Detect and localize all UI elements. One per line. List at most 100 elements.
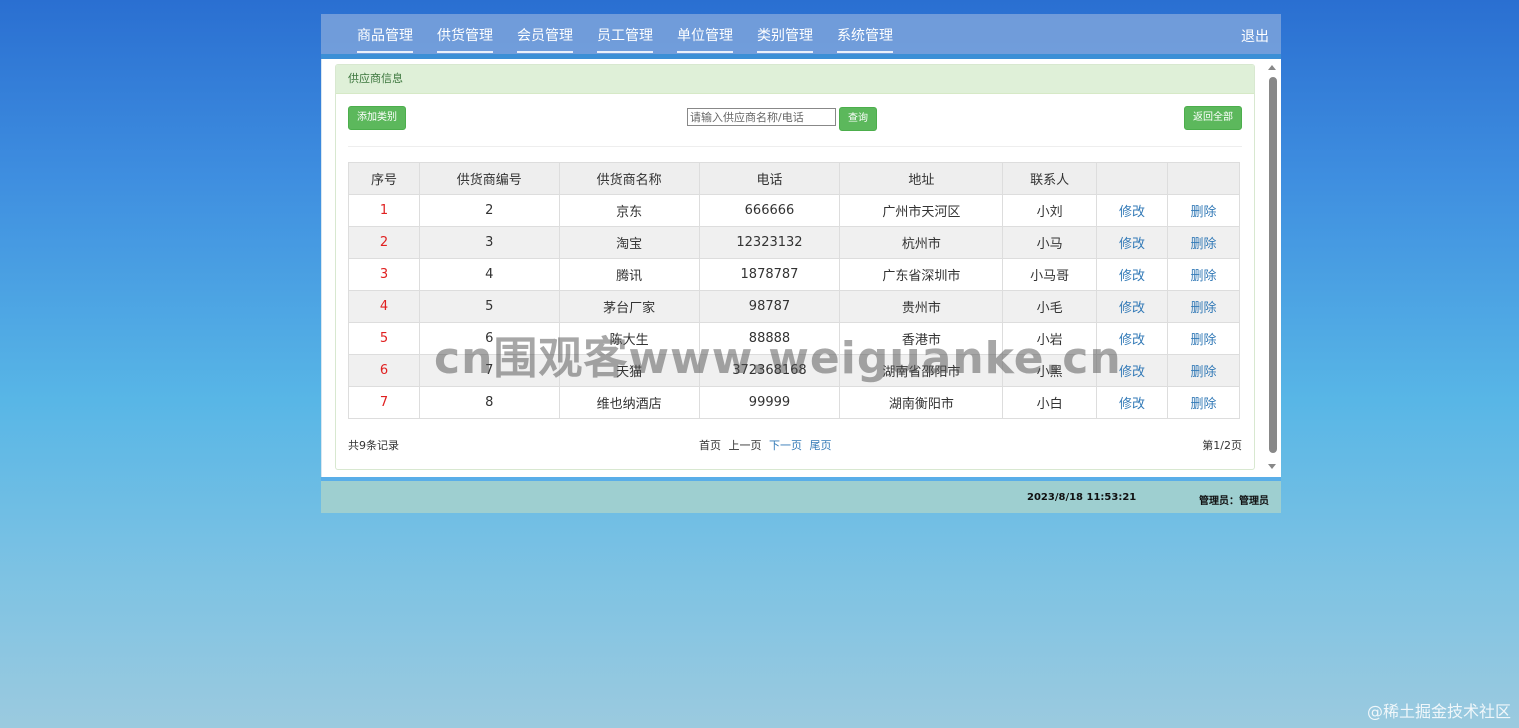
- delete-cell: 删除: [1167, 226, 1240, 259]
- scroll-up-arrow-icon[interactable]: [1268, 65, 1276, 70]
- vertical-scrollbar[interactable]: [1264, 59, 1281, 477]
- supplier-table: 序号 供货商编号 供货商名称 电话 地址 联系人 1 2 京东 666666 广…: [348, 162, 1240, 419]
- edit-cell: 修改: [1096, 194, 1168, 227]
- cell-address: 香港市: [839, 322, 1004, 355]
- header-edit: [1096, 162, 1168, 195]
- edit-cell: 修改: [1096, 290, 1168, 323]
- table-header-row: 序号 供货商编号 供货商名称 电话 地址 联系人: [348, 162, 1240, 195]
- delete-link[interactable]: 删除: [1190, 333, 1216, 348]
- cell-address: 湖南省邵阳市: [839, 354, 1004, 387]
- first-page-text: 首页: [699, 439, 721, 452]
- delete-link[interactable]: 删除: [1190, 365, 1216, 380]
- cell-seq: 7: [348, 386, 420, 419]
- logout-link[interactable]: 退出: [1241, 26, 1269, 46]
- cell-contact: 小岩: [1002, 322, 1098, 355]
- cell-address: 湖南衡阳市: [839, 386, 1004, 419]
- cell-address: 杭州市: [839, 226, 1004, 259]
- cell-phone: 1878787: [698, 258, 841, 291]
- cell-supplier-id: 8: [418, 386, 560, 419]
- search-input[interactable]: [687, 108, 836, 126]
- prev-page-text: 上一页: [728, 439, 762, 452]
- delete-cell: 删除: [1167, 258, 1240, 291]
- table-row: 2 3 淘宝 12323132 杭州市 小马 修改 删除: [348, 226, 1240, 259]
- cell-contact: 小刘: [1002, 194, 1098, 227]
- delete-cell: 删除: [1167, 354, 1240, 387]
- pager: 首页 上一页 下一页 尾页: [699, 437, 836, 453]
- cell-phone: 99999: [698, 386, 841, 419]
- cell-supplier-id: 4: [418, 258, 560, 291]
- admin-label: 管理员：管理员: [1199, 496, 1269, 507]
- scroll-down-arrow-icon[interactable]: [1268, 464, 1276, 469]
- table-row: 7 8 维也纳酒店 99999 湖南衡阳市 小白 修改 删除: [348, 386, 1240, 419]
- edit-link[interactable]: 修改: [1119, 205, 1145, 220]
- cell-contact: 小马哥: [1002, 258, 1098, 291]
- cell-contact: 小白: [1002, 386, 1098, 419]
- edit-link[interactable]: 修改: [1119, 301, 1145, 316]
- cell-address: 广州市天河区: [839, 194, 1004, 227]
- next-page-link[interactable]: 下一页: [769, 439, 802, 452]
- edit-link[interactable]: 修改: [1119, 237, 1145, 252]
- nav-item-units[interactable]: 单位管理: [677, 14, 733, 53]
- nav-item-system[interactable]: 系统管理: [837, 14, 893, 53]
- cell-phone: 12323132: [698, 226, 841, 259]
- nav-item-products[interactable]: 商品管理: [357, 14, 413, 53]
- query-button[interactable]: 查询: [839, 107, 877, 131]
- delete-cell: 删除: [1167, 194, 1240, 227]
- scroll-thumb[interactable]: [1269, 77, 1277, 453]
- edit-link[interactable]: 修改: [1119, 397, 1145, 412]
- edit-cell: 修改: [1096, 226, 1168, 259]
- cell-supplier-name: 淘宝: [558, 226, 700, 259]
- edit-link[interactable]: 修改: [1119, 333, 1145, 348]
- app-window: 商品管理 供货管理 会员管理 员工管理 单位管理 类别管理 系统管理 退出 供应…: [321, 14, 1281, 513]
- nav-menu: 商品管理 供货管理 会员管理 员工管理 单位管理 类别管理 系统管理: [357, 14, 917, 53]
- cell-phone: 98787: [698, 290, 841, 323]
- cell-phone: 666666: [698, 194, 841, 227]
- corner-watermark: @稀土掘金技术社区: [1366, 702, 1511, 721]
- edit-link[interactable]: 修改: [1119, 269, 1145, 284]
- top-navigation: 商品管理 供货管理 会员管理 员工管理 单位管理 类别管理 系统管理 退出: [321, 14, 1281, 54]
- nav-item-members[interactable]: 会员管理: [517, 14, 573, 53]
- cell-seq: 2: [348, 226, 420, 259]
- cell-contact: 小毛: [1002, 290, 1098, 323]
- last-page-link[interactable]: 尾页: [810, 439, 832, 452]
- cell-supplier-id: 2: [418, 194, 560, 227]
- current-time: 2023/8/18 11:53:21: [1027, 492, 1137, 503]
- cell-supplier-id: 7: [418, 354, 560, 387]
- cell-supplier-id: 5: [418, 290, 560, 323]
- delete-link[interactable]: 删除: [1190, 397, 1216, 412]
- delete-link[interactable]: 删除: [1190, 205, 1216, 220]
- header-address: 地址: [839, 162, 1004, 195]
- nav-item-staff[interactable]: 员工管理: [597, 14, 653, 53]
- edit-cell: 修改: [1096, 322, 1168, 355]
- panel-heading: 供应商信息: [336, 65, 1254, 94]
- supplier-panel: 供应商信息 添加类别 查询 返回全部 序号 供货商编号 供货商名称 电话: [335, 64, 1255, 470]
- cell-supplier-name: 维也纳酒店: [558, 386, 700, 419]
- cell-supplier-name: 陈大生: [558, 322, 700, 355]
- cell-phone: 372368168: [698, 354, 841, 387]
- delete-cell: 删除: [1167, 322, 1240, 355]
- page-indicator: 第1/2页: [1202, 439, 1242, 452]
- edit-cell: 修改: [1096, 258, 1168, 291]
- cell-seq: 5: [348, 322, 420, 355]
- cell-supplier-name: 腾讯: [558, 258, 700, 291]
- edit-link[interactable]: 修改: [1119, 365, 1145, 380]
- cell-supplier-name: 天猫: [558, 354, 700, 387]
- table-row: 4 5 茅台厂家 98787 贵州市 小毛 修改 删除: [348, 290, 1240, 323]
- cell-seq: 1: [348, 194, 420, 227]
- delete-link[interactable]: 删除: [1190, 237, 1216, 252]
- header-supplier-id: 供货商编号: [418, 162, 560, 195]
- table-row: 6 7 天猫 372368168 湖南省邵阳市 小黑 修改 删除: [348, 354, 1240, 387]
- cell-address: 贵州市: [839, 290, 1004, 323]
- delete-cell: 删除: [1167, 290, 1240, 323]
- content-frame: 供应商信息 添加类别 查询 返回全部 序号 供货商编号 供货商名称 电话: [321, 59, 1281, 477]
- nav-item-supply[interactable]: 供货管理: [437, 14, 493, 53]
- edit-cell: 修改: [1096, 386, 1168, 419]
- delete-link[interactable]: 删除: [1190, 269, 1216, 284]
- toolbar: 添加类别 查询 返回全部: [348, 94, 1242, 147]
- cell-seq: 4: [348, 290, 420, 323]
- show-all-button[interactable]: 返回全部: [1184, 106, 1242, 130]
- edit-cell: 修改: [1096, 354, 1168, 387]
- delete-link[interactable]: 删除: [1190, 301, 1216, 316]
- nav-item-categories[interactable]: 类别管理: [757, 14, 813, 53]
- add-category-button[interactable]: 添加类别: [348, 106, 406, 130]
